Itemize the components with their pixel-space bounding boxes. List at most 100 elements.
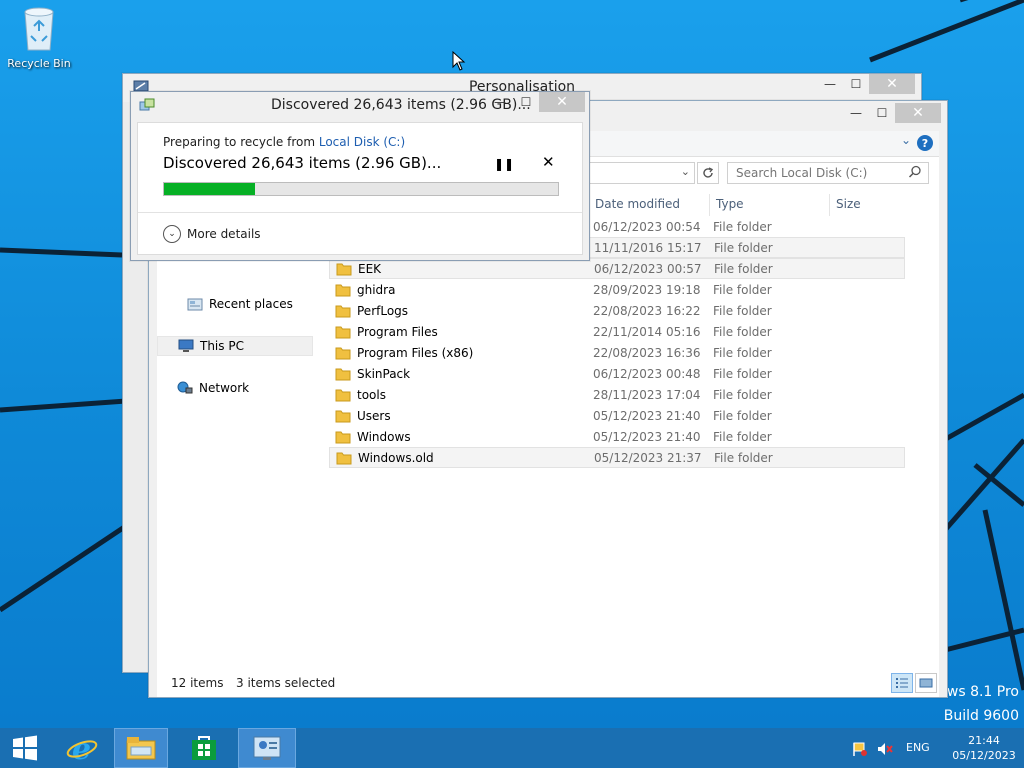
file-name-label: PerfLogs [357,303,409,318]
file-row[interactable]: tools 28/11/2023 17:04 File folder [329,384,905,405]
file-row[interactable]: PerfLogs 22/08/2023 16:22 File folder [329,300,905,321]
address-bar[interactable]: ⌄ [587,162,695,184]
taskbar-store[interactable] [176,728,232,768]
taskbar-file-explorer[interactable] [114,728,168,768]
recycle-bin-desktop-icon[interactable]: Recycle Bin [4,6,74,70]
column-headers: Date modified Type Size [589,194,915,216]
refresh-icon [703,167,714,178]
file-name-label: Windows [357,429,411,444]
source-location-link[interactable]: Local Disk (C:) [319,135,405,149]
delete-progress-dialog[interactable]: Discovered 26,643 items (2.96 GB)... — ☐… [130,91,590,261]
file-type: File folder [714,261,773,276]
status-bar: 12 items 3 items selected [157,669,939,697]
file-date-modified: 28/11/2023 17:04 [593,387,701,402]
recent-places-icon [187,298,203,311]
explorer-minimize-button[interactable]: — [843,103,869,123]
file-name-label: Windows.old [358,450,434,465]
file-name-label: Program Files (x86) [357,345,474,360]
column-header-type[interactable]: Type [709,194,827,216]
close-button[interactable]: ✕ [869,74,915,94]
cancel-button[interactable]: ✕ [542,153,555,171]
column-header-size[interactable]: Size [829,194,907,216]
progress-maximize-button[interactable]: ☐ [513,92,539,112]
search-box[interactable] [727,162,929,184]
nav-item-network[interactable]: Network [157,378,313,398]
file-type: File folder [714,240,773,255]
refresh-button[interactable] [697,162,719,184]
system-tray: ENG 21:44 05/12/2023 [834,728,1024,768]
progress-dialog-icon [139,98,155,111]
file-row[interactable]: EEK 06/12/2023 00:57 File folder [329,258,905,279]
file-name: Windows.old [336,451,434,465]
file-row[interactable]: ghidra 28/09/2023 19:18 File folder [329,279,905,300]
file-date-modified: 05/12/2023 21:37 [594,450,702,465]
file-date-modified: 05/12/2023 21:40 [593,408,701,423]
nav-network-label: Network [199,381,250,395]
explorer-close-button[interactable]: ✕ [895,103,941,123]
internet-explorer-icon: e [66,733,98,763]
file-name: Windows [335,430,411,444]
taskbar-control-panel[interactable] [238,728,296,768]
file-type: File folder [713,366,772,381]
more-details-toggle[interactable]: ⌄ More details [163,225,261,243]
progress-divider [138,212,582,213]
folder-icon [335,305,351,317]
file-row[interactable]: Program Files 22/11/2014 05:16 File folder [329,321,905,342]
file-name: tools [335,388,386,402]
file-row[interactable]: Users 05/12/2023 21:40 File folder [329,405,905,426]
clock[interactable]: 21:44 05/12/2023 [948,733,1020,763]
file-date-modified: 28/09/2023 19:18 [593,282,701,297]
file-date-modified: 06/12/2023 00:57 [594,261,702,276]
progress-bar [163,182,559,196]
input-language-indicator[interactable]: ENG [906,741,930,754]
control-panel-icon [253,736,281,760]
nav-item-this-pc[interactable]: This PC [157,336,313,356]
details-view-button[interactable] [891,673,913,693]
file-row[interactable]: Windows 05/12/2023 21:40 File folder [329,426,905,447]
folder-icon [335,431,351,443]
nav-item-recent-places[interactable]: Recent places [167,294,323,314]
progress-close-button[interactable]: ✕ [539,92,585,112]
explorer-maximize-button[interactable]: ☐ [869,103,895,123]
large-icons-view-button[interactable] [915,673,937,693]
search-input[interactable] [736,166,906,180]
column-header-date-modified[interactable]: Date modified [589,194,707,216]
chevron-down-icon: ⌄ [163,225,181,243]
expand-ribbon-icon[interactable]: ⌄ [901,133,911,147]
pause-button[interactable]: ❚❚ [494,157,514,171]
item-count: 12 items [171,676,224,690]
progress-minimize-button[interactable]: — [487,92,513,112]
file-row[interactable]: Windows.old 05/12/2023 21:37 File folder [329,447,905,468]
file-name: Program Files [335,325,438,339]
file-explorer-icon [126,737,156,760]
details-view-icon [896,678,908,688]
windows-build-watermark: Build 9600 [943,708,1019,724]
volume-muted-icon[interactable] [876,741,894,757]
maximize-button[interactable]: ☐ [843,74,869,94]
start-button[interactable] [0,728,50,768]
action-center-flag-icon[interactable] [852,741,868,757]
help-icon[interactable]: ? [917,135,933,151]
file-type: File folder [713,345,772,360]
address-history-chevron-icon[interactable]: ⌄ [681,165,690,178]
taskbar-internet-explorer[interactable]: e [56,728,108,768]
file-row[interactable]: Program Files (x86) 22/08/2023 16:36 File … [329,342,905,363]
desktop: Recycle Bin ows 8.1 Pro Build 9600 Perso… [0,0,1024,728]
file-type: File folder [713,408,772,423]
folder-icon [335,410,351,422]
file-name: SkinPack [335,367,410,381]
file-row[interactable]: SkinPack 06/12/2023 00:48 File folder [329,363,905,384]
file-type: File folder [713,387,772,402]
nav-this-pc-label: This PC [200,339,244,353]
selection-count: 3 items selected [236,676,336,690]
folder-icon [336,452,352,464]
taskbar: e ENG 21:44 05/12/2023 [0,728,1024,768]
preparing-text: Preparing to recycle from Local Disk (C:… [163,135,405,149]
progress-titlebar[interactable]: Discovered 26,643 items (2.96 GB)... — ☐… [131,92,589,120]
file-date-modified: 06/12/2023 00:54 [593,219,701,234]
file-name-label: tools [357,387,386,402]
minimize-button[interactable]: — [817,74,843,94]
discovered-status: Discovered 26,643 items (2.96 GB)... [163,154,442,172]
recycle-bin-icon [24,7,54,51]
file-type: File folder [713,282,772,297]
